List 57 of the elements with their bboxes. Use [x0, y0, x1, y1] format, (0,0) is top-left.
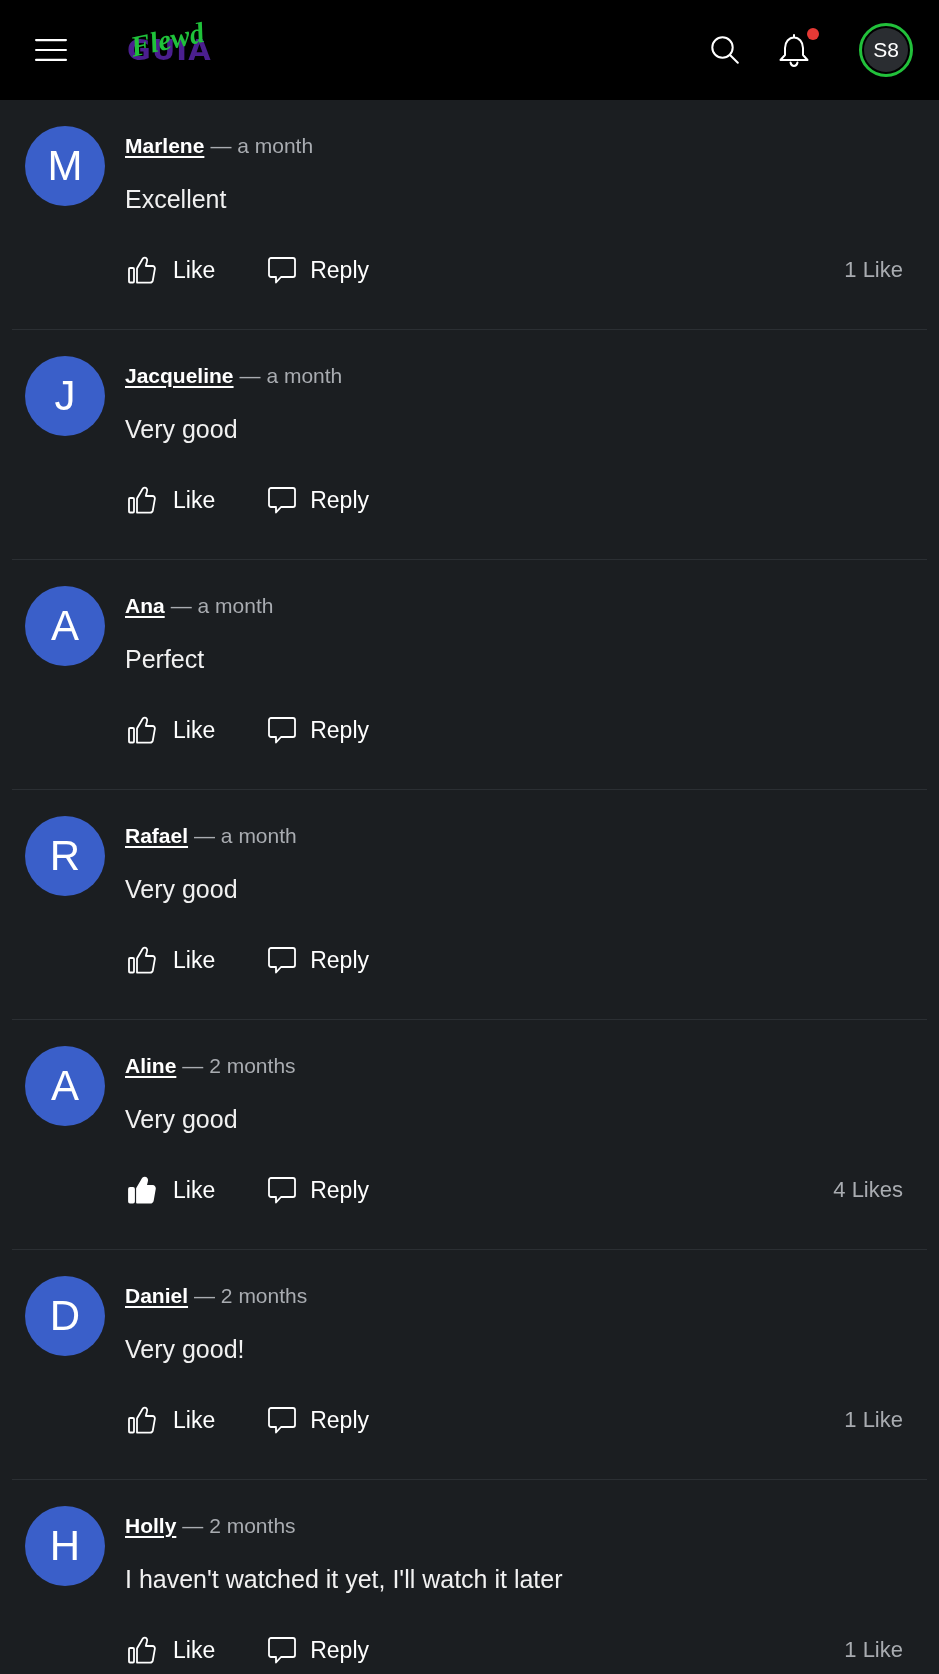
menu-icon[interactable]	[35, 39, 67, 61]
comment-text: Very good	[125, 414, 239, 445]
user-avatar[interactable]: S8	[859, 23, 913, 77]
speech-bubble-icon	[268, 486, 297, 514]
like-count: 1 Like	[844, 256, 903, 284]
like-button[interactable]: Like	[128, 945, 216, 975]
reply-button[interactable]: Reply	[268, 1175, 369, 1205]
like-button[interactable]: Like	[128, 1635, 216, 1665]
user-avatar: A	[25, 1046, 105, 1126]
comment-text: Very good!	[125, 1334, 246, 1365]
author-link[interactable]: Holly	[125, 1511, 177, 1541]
author-link[interactable]: Ana	[125, 591, 165, 621]
author-link[interactable]: Rafael	[125, 821, 189, 851]
time-text: — a month	[210, 133, 314, 159]
like-button[interactable]: Like	[128, 1405, 216, 1435]
like-button[interactable]: Like	[128, 255, 216, 285]
reply-button[interactable]: Reply	[268, 255, 369, 285]
comment-text: Perfect	[125, 644, 206, 675]
time-text: — a month	[170, 593, 274, 619]
speech-bubble-icon	[268, 716, 297, 744]
time-text: — 2 months	[182, 1053, 296, 1079]
user-avatar: H	[25, 1506, 105, 1586]
reply-button[interactable]: Reply	[268, 485, 369, 515]
search-icon[interactable]	[711, 36, 739, 64]
like-button[interactable]: Like	[128, 715, 216, 745]
author-link[interactable]: Marlene	[125, 131, 205, 161]
like-count: 1 Like	[844, 1636, 903, 1664]
author-link[interactable]: Aline	[125, 1051, 177, 1081]
user-avatar: D	[25, 1276, 105, 1356]
like-button[interactable]: Like	[128, 485, 216, 515]
time-text: — a month	[194, 823, 297, 849]
user-avatar: A	[25, 586, 105, 666]
time-text: — a month	[239, 363, 343, 389]
speech-bubble-icon	[268, 946, 297, 974]
like-button[interactable]: Like	[128, 1175, 216, 1205]
reply-button[interactable]: Reply	[268, 1405, 369, 1435]
like-count: 1 Like	[844, 1406, 903, 1434]
comment-text: Very good	[125, 874, 239, 905]
like-count: 4 Likes	[833, 1176, 903, 1204]
speech-bubble-icon	[268, 1176, 297, 1204]
user-avatar: M	[25, 126, 105, 206]
reply-button[interactable]: Reply	[268, 715, 369, 745]
time-text: — 2 months	[182, 1513, 296, 1539]
author-link[interactable]: Jacqueline	[125, 361, 234, 391]
user-avatar: J	[25, 356, 105, 436]
time-text: — 2 months	[194, 1283, 308, 1309]
comment-text: I haven't watched it yet, I'll watch it later	[125, 1564, 564, 1595]
speech-bubble-icon	[268, 256, 297, 284]
user-avatar: R	[25, 816, 105, 896]
comment-text: Very good	[125, 1104, 239, 1135]
comment-text: Excellent	[125, 184, 228, 215]
speech-bubble-icon	[268, 1636, 297, 1664]
reply-button[interactable]: Reply	[268, 1635, 369, 1665]
reply-button[interactable]: Reply	[268, 945, 369, 975]
bell-icon[interactable]	[779, 33, 809, 67]
speech-bubble-icon	[268, 1406, 297, 1434]
author-link[interactable]: Daniel	[125, 1281, 189, 1311]
